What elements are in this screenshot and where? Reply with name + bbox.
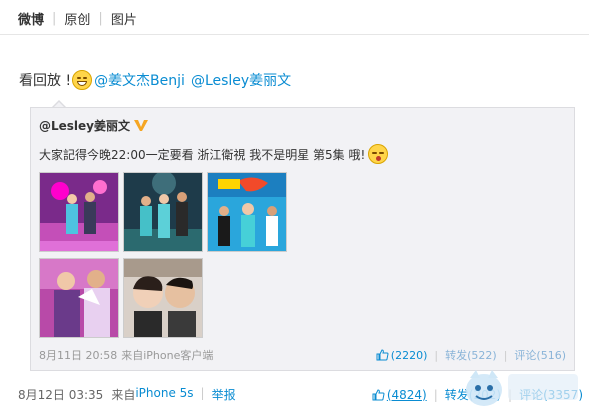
tab-divider: | [52,11,57,26]
tab-original[interactable]: 原创 [64,9,90,28]
v-verified-icon [134,120,149,131]
photo-thumbnail[interactable] [123,172,203,252]
post-body: 看回放 ! [19,73,72,89]
photo-thumbnail[interactable] [39,258,119,338]
post-meta: 8月12日 03:35 来自 iPhone 5s | 举报 [18,386,236,403]
source-prefix: 来自 [111,388,136,402]
tab-weibo[interactable]: 微博 [18,9,44,28]
meta-divider: | [200,386,205,400]
photo-stage-duo [40,173,118,251]
repost-text-row: 大家記得今晚22:00一定要看 浙江衛視 我不是明星 第5集 哦! [39,144,389,164]
repost-author[interactable]: @Lesley姜丽文 [39,117,130,134]
post-time[interactable]: 8月12日 03:35 [18,386,103,403]
photo-selfie [124,259,202,337]
action-divider: | [433,387,438,402]
thumb-up-icon[interactable] [376,349,389,361]
smile-emoji-icon [72,70,93,90]
post-source[interactable]: iPhone 5s [135,386,193,403]
divider-line [0,34,589,35]
mention-benji[interactable]: @姜文杰Benji [94,70,185,90]
repost-author-row: @Lesley姜丽文 [39,117,149,134]
repost-like-count[interactable]: (2220) [391,349,428,362]
source-prefix: 来自 [121,349,144,362]
repost-meta: 8月11日 20:58 来自 iPhone客户端 [39,347,213,363]
action-divider: | [434,348,439,362]
repost-comment[interactable]: 评论(516) [514,347,566,363]
thumb-up-icon[interactable] [372,388,385,401]
site-logo [466,370,578,406]
photo-stage-group [124,173,202,251]
repost-time[interactable]: 8月11日 20:58 [39,347,117,363]
repost-actions: (2220) | 转发(522) | 评论(516) [376,347,566,363]
blush-emoji-icon [368,144,389,164]
mention-lesley[interactable]: @Lesley姜丽文 [191,70,291,90]
photo-thumbnail[interactable] [39,172,119,252]
post-text: 看回放 ! @姜文杰Benji @Lesley姜丽文 [19,70,291,90]
post-like-count[interactable]: (4824) [387,388,427,402]
repost-card: @Lesley姜丽文 大家記得今晚22:00一定要看 浙江衛視 我不是明星 第5… [30,107,575,371]
photo-thumbnail[interactable] [207,172,287,252]
repost-forward[interactable]: 转发(522) [445,347,497,363]
repost-source[interactable]: iPhone客户端 [143,347,213,363]
action-divider: | [503,348,508,362]
tab-picture[interactable]: 图片 [111,9,137,28]
photo-thumbnail[interactable] [123,258,203,338]
report-link[interactable]: 举报 [212,386,236,403]
repost-text: 大家記得今晚22:00一定要看 浙江衛視 我不是明星 第5集 哦! [39,147,366,162]
tab-divider: | [98,11,103,26]
feed-tabs: 微博 | 原创 | 图片 [18,9,137,28]
photo-costume-close [40,259,118,337]
photo-show-set [208,173,286,251]
